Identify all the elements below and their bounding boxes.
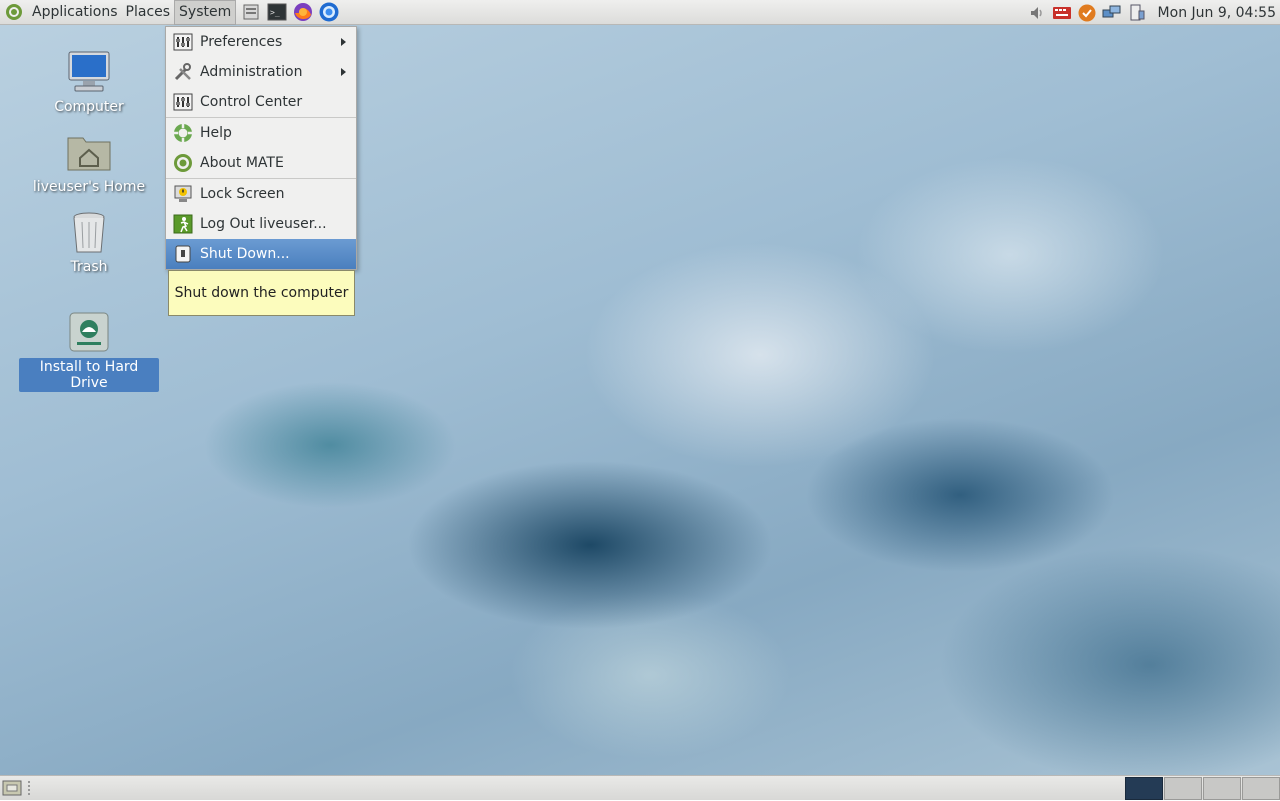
lock-screen-icon: [172, 183, 194, 205]
desktop-icon-computer[interactable]: Computer: [19, 48, 159, 116]
preferences-icon: [172, 31, 194, 53]
computer-icon: [65, 48, 113, 96]
panel-drag-handle[interactable]: [28, 781, 34, 795]
desktop-icon-label: liveuser's Home: [32, 179, 146, 195]
control-center-icon: [172, 91, 194, 113]
power-icon[interactable]: [1127, 3, 1147, 23]
log-out-icon: [172, 213, 194, 235]
clock[interactable]: Mon Jun 9, 04:55: [1158, 5, 1276, 21]
desktop-icon-install[interactable]: Install to Hard Drive: [19, 308, 159, 392]
top-panel: Applications Places System >_ Mon Jun 9,…: [0, 0, 1280, 25]
desktop-icon-trash[interactable]: Trash: [19, 208, 159, 276]
administration-icon: [172, 61, 194, 83]
menu-item-log-out[interactable]: Log Out liveuser...: [166, 209, 356, 239]
menu-item-control-center[interactable]: Control Center: [166, 87, 356, 117]
applications-menu[interactable]: Applications: [28, 0, 122, 25]
menu-item-shut-down[interactable]: Shut Down...: [166, 239, 356, 269]
workspace-3[interactable]: [1203, 777, 1241, 800]
volume-icon[interactable]: [1027, 3, 1047, 23]
keyboard-layout-icon[interactable]: [1052, 3, 1072, 23]
installer-icon: [65, 308, 113, 356]
menu-item-administration[interactable]: Administration: [166, 57, 356, 87]
network-icon[interactable]: [1102, 3, 1122, 23]
show-desktop-icon[interactable]: [2, 779, 22, 797]
workspace-1[interactable]: [1125, 777, 1163, 800]
shut-down-icon: [172, 243, 194, 265]
submenu-arrow-icon: [341, 38, 346, 46]
thunderbird-launcher-icon[interactable]: [318, 1, 340, 23]
help-icon: [172, 122, 194, 144]
mate-logo-icon[interactable]: [4, 2, 24, 22]
bottom-panel: [0, 775, 1280, 800]
tooltip: Shut down the computer: [168, 270, 355, 316]
desktop-icon-label: Install to Hard Drive: [19, 358, 159, 392]
home-folder-icon: [65, 128, 113, 176]
svg-text:>_: >_: [270, 8, 280, 17]
mate-logo-icon: [172, 152, 194, 174]
system-tray: Mon Jun 9, 04:55: [1027, 0, 1280, 25]
terminal-launcher-icon[interactable]: >_: [266, 1, 288, 23]
workspace-4[interactable]: [1242, 777, 1280, 800]
menu-item-preferences[interactable]: Preferences: [166, 27, 356, 57]
system-menu[interactable]: System: [174, 0, 237, 25]
system-menu-dropdown: Preferences Administration Control Cente…: [165, 26, 357, 270]
updates-icon[interactable]: [1077, 3, 1097, 23]
desktop-icon-home[interactable]: liveuser's Home: [19, 128, 159, 196]
menu-item-help[interactable]: Help: [166, 118, 356, 148]
submenu-arrow-icon: [341, 68, 346, 76]
desktop-icon-label: Computer: [54, 99, 124, 115]
workspace-2[interactable]: [1164, 777, 1202, 800]
menu-item-lock-screen[interactable]: Lock Screen: [166, 179, 356, 209]
file-manager-launcher-icon[interactable]: [240, 1, 262, 23]
firefox-launcher-icon[interactable]: [292, 1, 314, 23]
menu-item-about-mate[interactable]: About MATE: [166, 148, 356, 178]
desktop-icon-label: Trash: [70, 259, 108, 275]
trash-icon: [65, 208, 113, 256]
places-menu[interactable]: Places: [122, 0, 175, 25]
